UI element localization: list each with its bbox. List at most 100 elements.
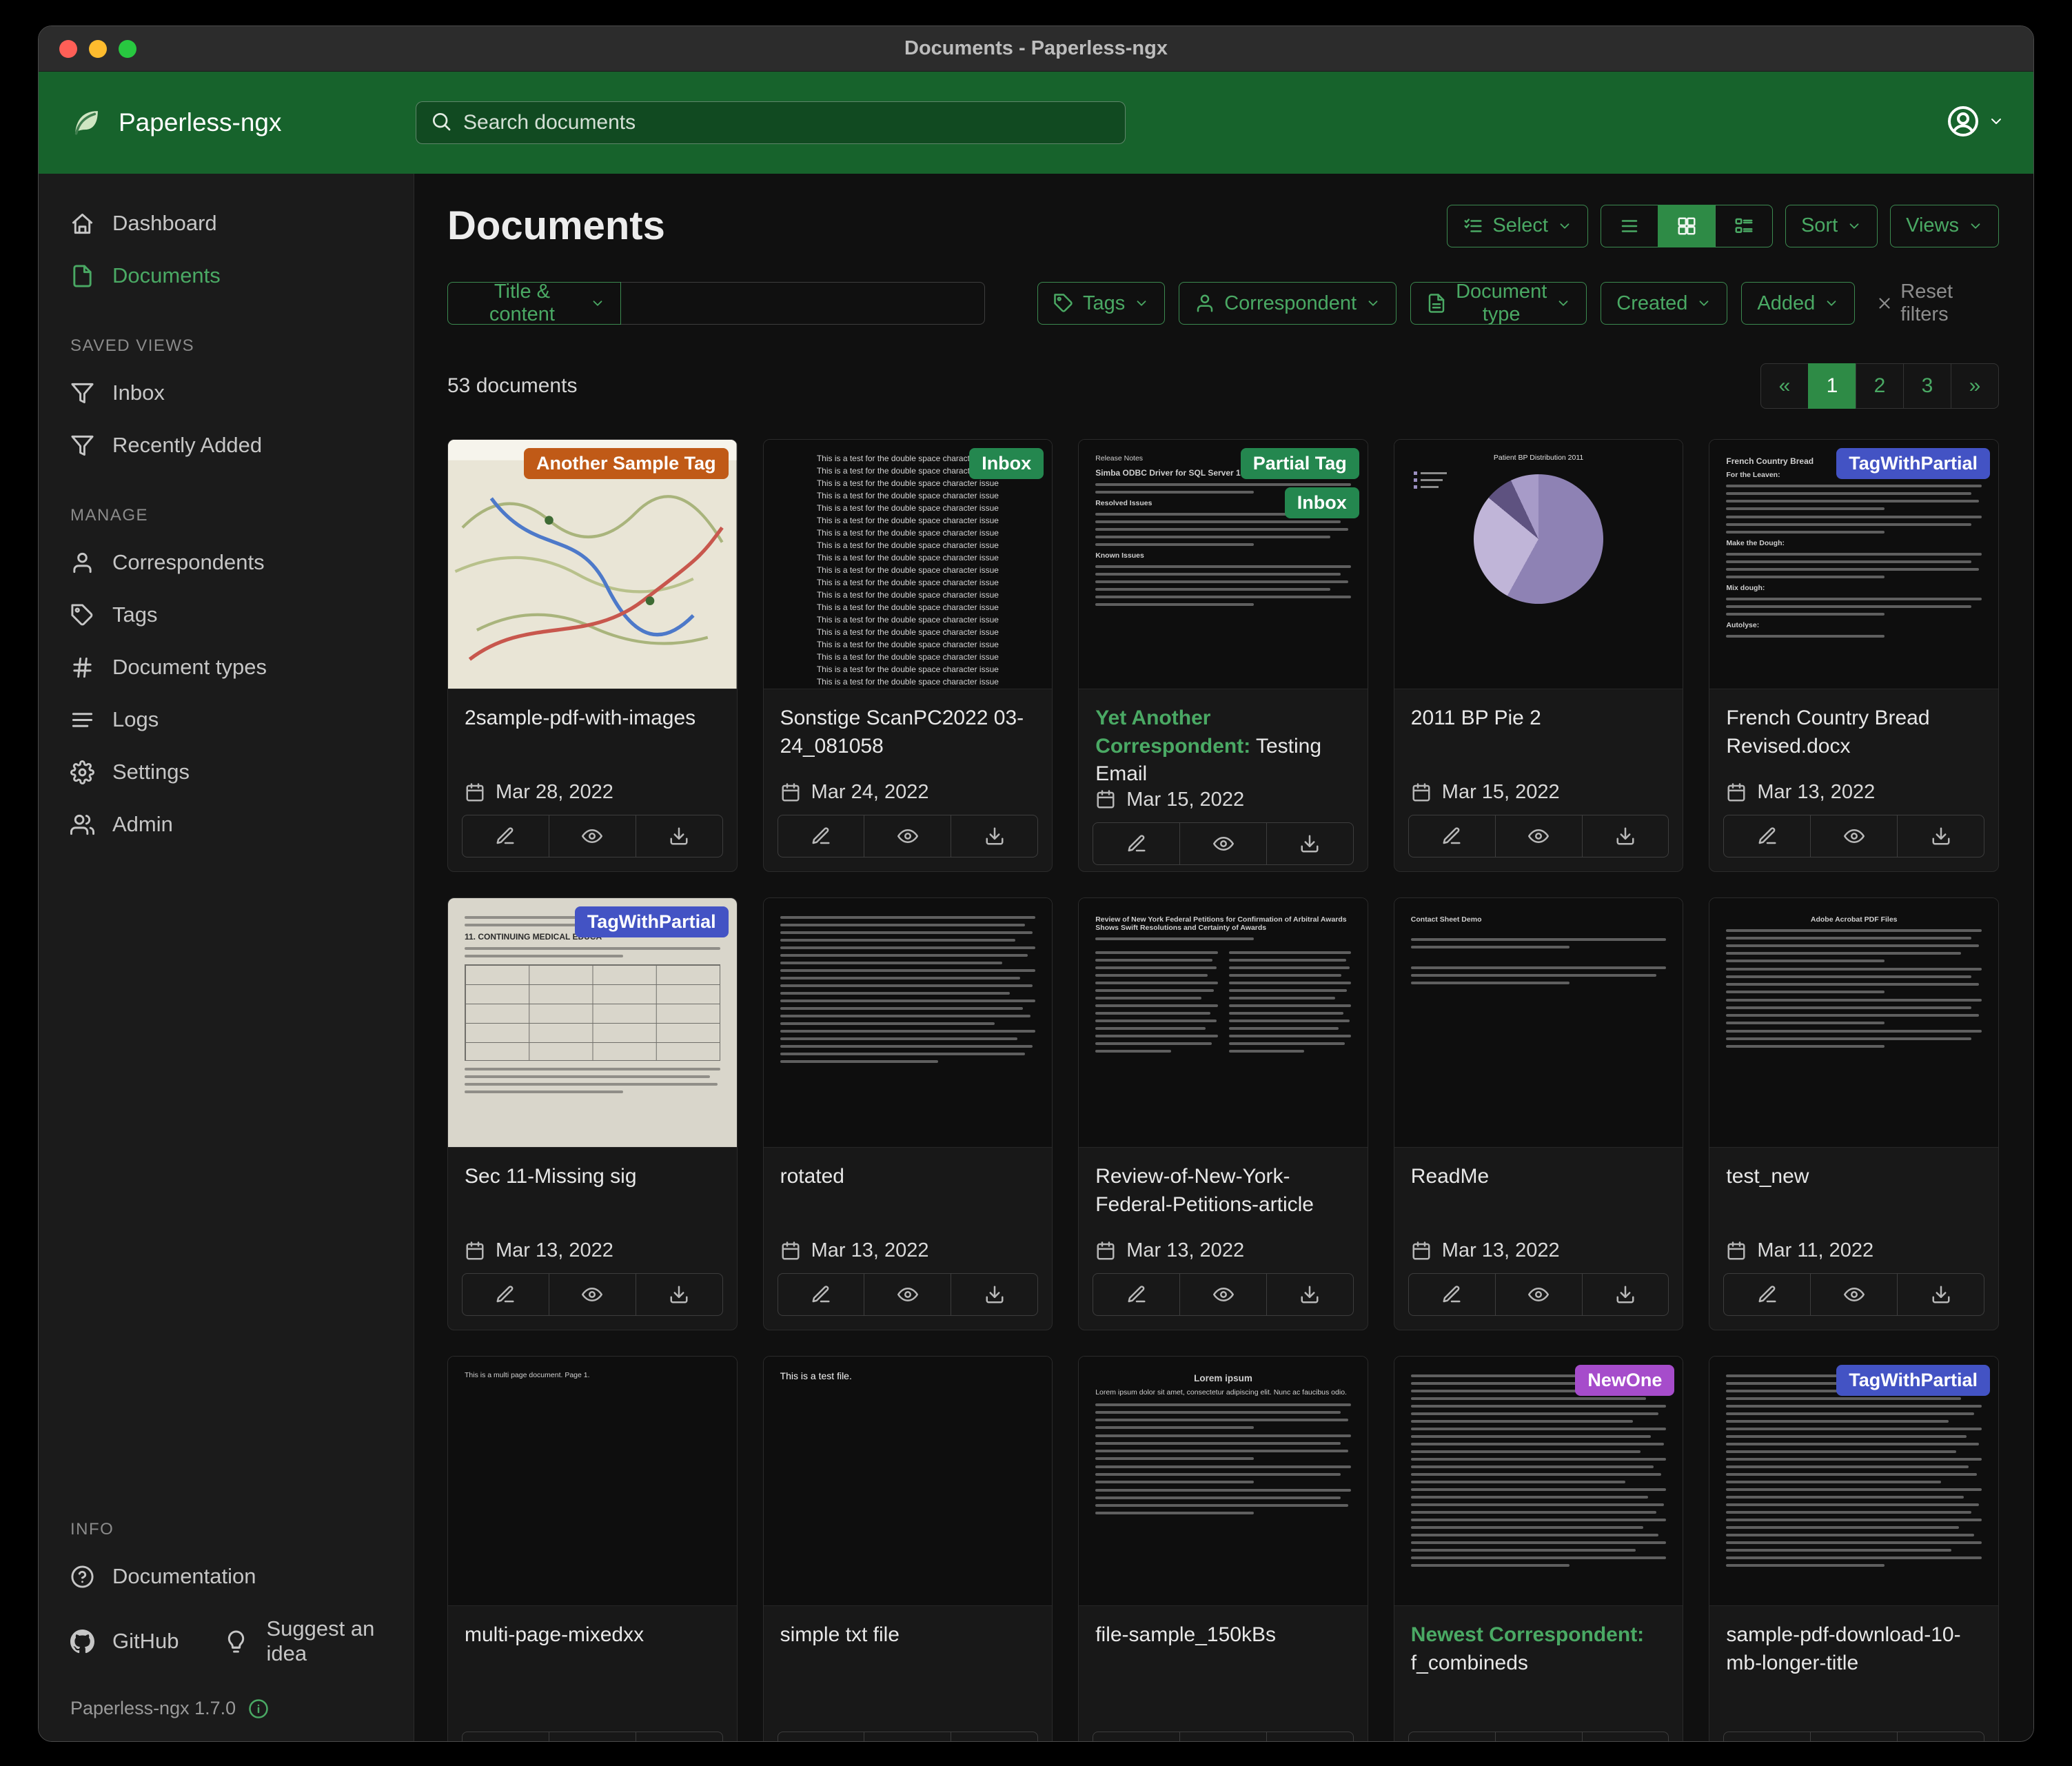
document-tag-badge[interactable]: NewOne — [1575, 1365, 1674, 1396]
sidebar-item-dashboard[interactable]: Dashboard — [39, 197, 414, 250]
preview-document-button[interactable] — [1495, 815, 1583, 857]
document-title[interactable]: test_new — [1709, 1148, 1998, 1239]
brand-link[interactable]: Paperless-ngx — [68, 104, 416, 141]
download-document-button[interactable] — [1582, 1273, 1669, 1316]
filter-tags-button[interactable]: Tags — [1037, 282, 1165, 325]
preview-document-button[interactable] — [1810, 1273, 1898, 1316]
views-button[interactable]: Views — [1890, 205, 1999, 247]
document-card[interactable]: Release NotesSimba ODBC Driver for SQL S… — [1078, 439, 1368, 872]
list-view-button[interactable] — [1601, 205, 1658, 247]
edit-document-button[interactable] — [1723, 1732, 1811, 1741]
title-content-filter-input[interactable] — [621, 282, 985, 325]
search-input[interactable] — [463, 111, 1111, 134]
preview-document-button[interactable] — [549, 815, 636, 857]
sidebar-item-settings[interactable]: Settings — [39, 746, 414, 798]
edit-document-button[interactable] — [1093, 822, 1180, 865]
document-card[interactable]: Adobe Acrobat PDF Filestest_newMar 11, 2… — [1709, 897, 1999, 1330]
document-tag-badge[interactable]: Another Sample Tag — [524, 448, 729, 479]
document-tag-badge[interactable]: TagWithPartial — [1836, 448, 1990, 479]
sidebar-item-correspondents[interactable]: Correspondents — [39, 536, 414, 589]
edit-document-button[interactable] — [1723, 1273, 1811, 1316]
preview-document-button[interactable] — [1179, 822, 1267, 865]
select-button[interactable]: Select — [1447, 205, 1588, 247]
pagination-prev-button[interactable]: « — [1760, 363, 1809, 409]
document-card[interactable]: This is a test for the double space char… — [763, 439, 1053, 872]
close-window-button[interactable] — [59, 40, 77, 58]
document-title[interactable]: multi-page-mixedxx — [448, 1606, 737, 1732]
edit-document-button[interactable] — [462, 1732, 549, 1741]
document-card[interactable]: This is a multi page document. Page 1.mu… — [447, 1356, 738, 1741]
sidebar-item-document-types[interactable]: Document types — [39, 641, 414, 693]
document-thumbnail[interactable]: Lorem ipsumLorem ipsum dolor sit amet, c… — [1079, 1357, 1368, 1605]
document-tag-badge[interactable]: Inbox — [1285, 487, 1359, 518]
document-card[interactable]: This is a test file.simple txt file — [763, 1356, 1053, 1741]
download-document-button[interactable] — [1582, 815, 1669, 857]
suggest-idea-link[interactable]: Suggest an idea — [192, 1603, 414, 1680]
pagination-next-button[interactable]: » — [1951, 363, 1999, 409]
download-document-button[interactable] — [636, 1273, 723, 1316]
document-card[interactable]: Another Sample Tag 2sample-pdf-with-image… — [447, 439, 738, 872]
edit-document-button[interactable] — [1408, 1732, 1496, 1741]
pagination-page-2[interactable]: 2 — [1856, 363, 1904, 409]
preview-document-button[interactable] — [1495, 1732, 1583, 1741]
reset-filters-button[interactable]: Reset filters — [1876, 281, 1999, 326]
document-card[interactable]: Lorem ipsumLorem ipsum dolor sit amet, c… — [1078, 1356, 1368, 1741]
filter-added-button[interactable]: Added — [1741, 282, 1855, 325]
filter-created-button[interactable]: Created — [1601, 282, 1727, 325]
sidebar-item-inbox[interactable]: Inbox — [39, 367, 414, 419]
preview-document-button[interactable] — [1179, 1273, 1267, 1316]
document-title[interactable]: Sonstige ScanPC2022 03-24_081058 — [764, 689, 1053, 781]
download-document-button[interactable] — [1897, 1732, 1984, 1741]
edit-document-button[interactable] — [1408, 815, 1496, 857]
document-title[interactable]: 2sample-pdf-with-images — [448, 689, 737, 781]
download-document-button[interactable] — [951, 815, 1038, 857]
document-correspondent[interactable]: Yet Another Correspondent: — [1095, 707, 1250, 758]
document-card[interactable]: TagWithPartialsample-pdf-download-10-mb-… — [1709, 1356, 1999, 1741]
document-title[interactable]: file-sample_150kBs — [1079, 1606, 1368, 1732]
title-content-filter-button[interactable]: Title & content — [447, 282, 621, 325]
sidebar-item-recently-added[interactable]: Recently Added — [39, 419, 414, 471]
document-card[interactable]: NewOneNewest Correspondent: f_combineds — [1394, 1356, 1684, 1741]
edit-document-button[interactable] — [1093, 1732, 1180, 1741]
document-tag-badge[interactable]: Partial Tag — [1241, 448, 1359, 479]
download-document-button[interactable] — [1266, 822, 1354, 865]
document-thumbnail[interactable]: Adobe Acrobat PDF Files — [1709, 898, 1998, 1147]
pagination-page-3[interactable]: 3 — [1903, 363, 1951, 409]
sidebar-item-documents[interactable]: Documents — [39, 250, 414, 302]
preview-document-button[interactable] — [1495, 1273, 1583, 1316]
document-thumbnail[interactable]: Patient BP Distribution 2011 — [1394, 440, 1683, 689]
edit-document-button[interactable] — [778, 815, 865, 857]
sidebar-item-logs[interactable]: Logs — [39, 693, 414, 746]
document-thumbnail[interactable]: This is a multi page document. Page 1. — [448, 1357, 737, 1605]
download-document-button[interactable] — [1897, 815, 1984, 857]
document-thumbnail[interactable]: Contact Sheet Demo — [1394, 898, 1683, 1147]
download-document-button[interactable] — [1266, 1273, 1354, 1316]
document-title[interactable]: Yet Another Correspondent: Testing Email — [1079, 689, 1368, 789]
preview-document-button[interactable] — [864, 1732, 951, 1741]
preview-document-button[interactable] — [1810, 1732, 1898, 1741]
preview-document-button[interactable] — [549, 1273, 636, 1316]
document-card[interactable]: Review of New York Federal Petitions for… — [1078, 897, 1368, 1330]
document-title[interactable]: French Country Bread Revised.docx — [1709, 689, 1998, 781]
download-document-button[interactable] — [951, 1273, 1038, 1316]
document-thumbnail[interactable]: Review of New York Federal Petitions for… — [1079, 898, 1368, 1147]
download-document-button[interactable] — [1897, 1273, 1984, 1316]
preview-document-button[interactable] — [1179, 1732, 1267, 1741]
document-title[interactable]: rotated — [764, 1148, 1053, 1239]
document-card[interactable]: Patient BP Distribution 20112011 BP Pie … — [1394, 439, 1684, 872]
document-card[interactable]: 11. CONTINUING MEDICAL EDUCATagWithParti… — [447, 897, 738, 1330]
document-title[interactable]: sample-pdf-download-10-mb-longer-title — [1709, 1606, 1998, 1732]
document-thumbnail[interactable] — [764, 898, 1053, 1147]
document-card[interactable]: Contact Sheet DemoReadMeMar 13, 2022 — [1394, 897, 1684, 1330]
grid-view-button[interactable] — [1658, 205, 1716, 247]
preview-document-button[interactable] — [549, 1732, 636, 1741]
document-title[interactable]: 2011 BP Pie 2 — [1394, 689, 1683, 781]
zoom-window-button[interactable] — [119, 40, 136, 58]
detail-view-button[interactable] — [1715, 205, 1773, 247]
edit-document-button[interactable] — [462, 815, 549, 857]
edit-document-button[interactable] — [1093, 1273, 1180, 1316]
document-title[interactable]: simple txt file — [764, 1606, 1053, 1732]
document-card[interactable]: rotatedMar 13, 2022 — [763, 897, 1053, 1330]
document-thumbnail[interactable]: This is a test file. — [764, 1357, 1053, 1605]
filter-correspondent-button[interactable]: Correspondent — [1179, 282, 1396, 325]
